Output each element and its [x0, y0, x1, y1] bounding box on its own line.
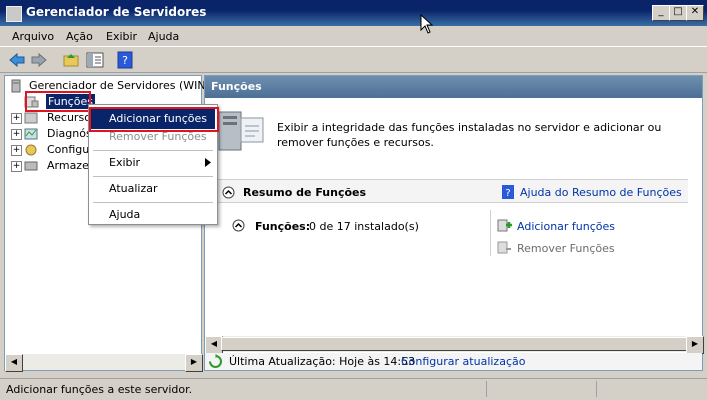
tree-horizontal-scrollbar[interactable]: ◀ ▶	[5, 354, 203, 372]
storage-icon	[24, 161, 38, 171]
remove-roles-link: Remover Funções	[517, 242, 615, 255]
server-manager-app-icon	[6, 6, 22, 22]
mouse-cursor-icon	[420, 14, 434, 34]
context-menu-label: Exibir	[109, 156, 141, 169]
context-menu-label: Atualizar	[109, 182, 158, 195]
menu-arquivo[interactable]: Arquivo	[12, 30, 54, 43]
tree-item-funcoes[interactable]: Funções	[19, 91, 95, 112]
roles-server-illustration-icon	[218, 111, 264, 151]
server-icon	[11, 79, 21, 93]
expand-icon[interactable]: +	[11, 113, 22, 124]
context-menu-label: Ajuda	[109, 208, 141, 221]
context-menu-view[interactable]: Exibir	[91, 153, 215, 173]
context-menu-label: Remover Funções	[109, 130, 207, 143]
last-update-bar: Última Atualização: Hoje às 14:53 Config…	[205, 353, 702, 370]
up-folder-icon[interactable]	[62, 51, 80, 69]
window-title: Gerenciador de Servidores	[26, 5, 207, 19]
menu-ajuda[interactable]: Ajuda	[148, 30, 179, 43]
scroll-right-button[interactable]: ▶	[185, 354, 203, 372]
scroll-left-button[interactable]: ◀	[5, 354, 23, 372]
menu-acao[interactable]: Ação	[66, 30, 93, 43]
context-menu-help[interactable]: Ajuda	[91, 205, 215, 225]
status-divider	[596, 381, 597, 397]
menu-separator	[93, 176, 213, 177]
scroll-right-button[interactable]: ▶	[686, 336, 704, 354]
expand-icon[interactable]: +	[11, 129, 22, 140]
expand-icon[interactable]: +	[11, 161, 22, 172]
add-roles-icon	[497, 219, 512, 232]
collapse-chevron-icon[interactable]	[232, 219, 245, 232]
context-menu-remove-roles: Remover Funções	[91, 127, 215, 147]
roles-label: Funções:	[255, 220, 311, 233]
configure-update-link[interactable]: Configurar atualização	[401, 355, 525, 368]
details-description: Exibir a integridade das funções instala…	[277, 121, 662, 149]
back-arrow-icon[interactable]	[8, 51, 26, 69]
maximize-button[interactable]: □	[669, 5, 687, 21]
details-vertical-scrollbar-area	[688, 98, 702, 352]
details-pane: Funções Exibir a integridade das funções…	[204, 75, 704, 371]
status-bar: Adicionar funções a este servidor.	[0, 378, 707, 400]
close-button[interactable]: ✕	[686, 5, 704, 21]
title-bar[interactable]: Gerenciador de Servidores _ □ ✕	[0, 0, 707, 26]
menu-exibir[interactable]: Exibir	[106, 30, 137, 43]
refresh-icon	[209, 354, 222, 368]
roles-box: Funções: 0 de 17 instalado(s) Adicionar …	[209, 210, 699, 270]
features-icon	[24, 112, 38, 124]
forward-arrow-icon[interactable]	[30, 51, 48, 69]
summary-help-link[interactable]: Ajuda do Resumo de Funções	[520, 186, 682, 199]
callout-box	[25, 91, 91, 112]
help-icon[interactable]: ?	[116, 51, 134, 69]
submenu-arrow-icon	[205, 158, 211, 167]
roles-summary-section: Resumo de Funções ? Ajuda do Resumo de F…	[209, 179, 699, 203]
expand-icon[interactable]: +	[11, 145, 22, 156]
toolbar: ?	[0, 46, 707, 73]
minimize-button[interactable]: _	[652, 5, 670, 21]
details-header: Funções	[205, 76, 702, 98]
help-book-icon: ?	[502, 185, 514, 199]
summary-title: Resumo de Funções	[243, 186, 367, 199]
context-menu-refresh[interactable]: Atualizar	[91, 179, 215, 199]
menu-bar: Arquivo Ação Exibir Ajuda	[0, 26, 707, 46]
svg-text:?: ?	[505, 188, 510, 199]
status-divider	[486, 381, 487, 397]
svg-text:?: ?	[122, 54, 128, 67]
configuration-icon	[25, 144, 37, 156]
status-text: Adicionar funções a este servidor.	[6, 383, 193, 396]
add-roles-link[interactable]: Adicionar funções	[517, 220, 615, 233]
tree-item-label: Configur	[47, 143, 94, 156]
menu-separator	[93, 150, 213, 151]
diagnostics-icon	[24, 128, 38, 140]
context-menu: Adicionar funções Remover Funções Exibir…	[88, 104, 219, 225]
collapse-chevron-icon[interactable]	[222, 186, 235, 199]
details-horizontal-scrollbar[interactable]: ◀ ▶	[205, 336, 704, 354]
divider	[490, 210, 491, 256]
scroll-thumb[interactable]	[221, 337, 687, 351]
menu-separator	[93, 202, 213, 203]
remove-roles-icon	[497, 241, 511, 254]
details-title: Funções	[211, 80, 262, 93]
last-update-text: Última Atualização: Hoje às 14:53	[229, 355, 416, 368]
roles-count: 0 de 17 instalado(s)	[309, 220, 419, 233]
show-hide-tree-icon[interactable]	[86, 51, 104, 69]
